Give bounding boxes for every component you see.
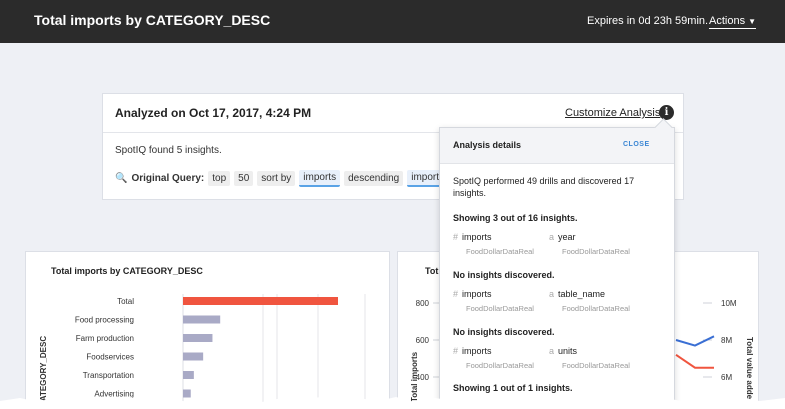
actions-label: Actions [709,15,746,27]
field-source: FoodDollarDataReal [562,304,630,313]
bar [183,352,204,361]
insights-found-text: SpotIQ found 5 insights. [115,145,222,156]
attribute-icon: a [549,346,555,356]
bar [183,315,221,324]
measure-icon: # [453,289,459,299]
bar [183,371,194,379]
popover-header: Analysis details CLOSE [440,128,674,164]
category-label: Farm production [76,334,134,343]
query-token-column: imports [299,170,341,187]
field-name: imports [462,232,492,242]
y-tick-label: 600 [416,336,430,345]
y2-tick-label: 6M [721,373,732,382]
analysis-summary: SpotIQ performed 49 drills and discovere… [453,176,635,198]
field-source: FoodDollarDataReal [466,361,534,370]
customize-analysis-link[interactable]: Customize Analysis [565,107,660,119]
measure-field: # imports FoodDollarDataReal [453,346,534,370]
category-label: Foodservices [86,353,134,362]
attribute-field: a table_name FoodDollarDataReal [549,289,630,313]
y2-tick-label: 10M [721,299,737,308]
field-name: imports [462,289,492,299]
category-label: Transportation [83,371,134,380]
section-heading: No insights discovered. [453,327,555,337]
field-source: FoodDollarDataReal [562,361,630,370]
info-icon[interactable]: i [659,105,674,120]
field-name: table_name [558,289,606,299]
series-line [675,335,715,347]
chart-card-imports-by-category: Total imports by CATEGORY_DESC Total Food… [25,251,390,409]
field-source: FoodDollarDataReal [466,247,534,256]
query-token: sort by [257,171,296,186]
query-token: top [208,171,231,186]
section-heading: No insights discovered. [453,270,555,280]
actions-menu-button[interactable]: Actions ▼ [709,15,756,29]
original-query: 🔍 Original Query: top 50 sort by imports… [115,170,468,187]
measure-field: # imports FoodDollarDataReal [453,289,534,313]
expiry-text: Expires in 0d 23h 59min. [587,15,709,27]
close-button[interactable]: CLOSE [623,141,650,148]
bar [183,334,213,342]
page-title: Total imports by CATEGORY_DESC [34,12,271,28]
measure-icon: # [453,232,459,242]
field-source: FoodDollarDataReal [466,304,534,313]
field-source: FoodDollarDataReal [562,247,630,256]
section-heading: Showing 1 out of 1 insights. [453,383,573,393]
bar [183,297,338,305]
section-heading: Showing 3 out of 16 insights. [453,213,578,223]
caret-down-icon: ▼ [748,17,756,26]
field-name: units [558,346,578,356]
attribute-icon: a [549,289,555,299]
top-bar: Total imports by CATEGORY_DESC Expires i… [0,0,785,43]
analysis-title: Analyzed on Oct 17, 2017, 4:24 PM [115,106,312,120]
attribute-icon: a [549,232,555,242]
measure-field: # imports FoodDollarDataReal [453,232,534,256]
y2-tick-label: 8M [721,336,732,345]
field-name: imports [462,346,492,356]
torn-edge [0,397,785,409]
category-label: Total [117,297,134,306]
search-icon: 🔍 [115,173,128,184]
spotiq-analysis-screen: Total imports by CATEGORY_DESC Expires i… [0,0,785,409]
measure-icon: # [453,346,459,356]
series-line [675,353,714,369]
query-token: 50 [234,171,254,186]
original-query-label: Original Query: [131,173,205,184]
attribute-field: a units FoodDollarDataReal [549,346,630,370]
category-label: Food processing [75,316,134,325]
attribute-field: a year FoodDollarDataReal [549,232,630,256]
analysis-details-popover: Analysis details CLOSE SpotIQ performed … [439,127,675,409]
bar-chart: Total Food processing Farm production Foods… [39,294,366,409]
y-tick-label: 800 [416,299,430,308]
query-token: descending [344,171,404,186]
field-name: year [558,232,576,242]
popover-title: Analysis details [453,140,522,150]
